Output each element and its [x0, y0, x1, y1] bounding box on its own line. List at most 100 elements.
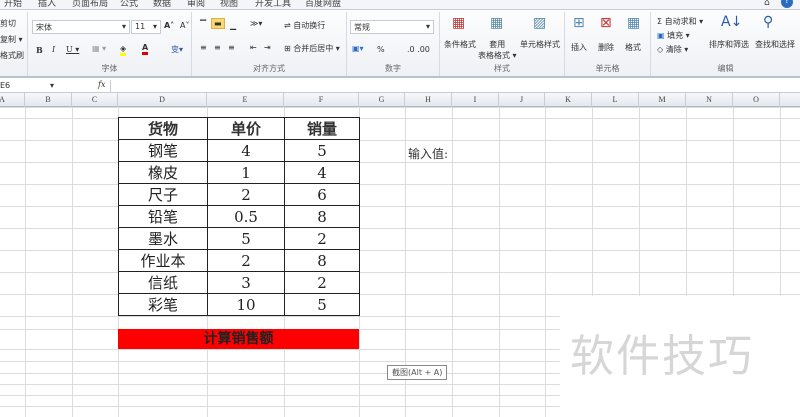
decrease-indent-icon[interactable]: ⇤: [250, 43, 257, 52]
shrink-font-button[interactable]: A˅: [180, 21, 189, 30]
column-header[interactable]: N: [686, 93, 733, 107]
table-cell[interactable]: 尺子: [118, 183, 208, 206]
table-cell[interactable]: 信纸: [118, 271, 208, 294]
fill-button[interactable]: ▣ 填充 ▾: [657, 30, 690, 41]
column-header[interactable]: K: [545, 93, 592, 107]
tab-insert[interactable]: 插入: [38, 0, 56, 9]
table-cell[interactable]: 2: [207, 249, 285, 272]
column-header[interactable]: I: [452, 93, 499, 107]
column-header[interactable]: D: [118, 93, 207, 107]
tab-page-layout[interactable]: 页面布局: [72, 0, 108, 9]
currency-icon[interactable]: ▣▾: [352, 44, 364, 53]
table-cell[interactable]: 钢笔: [118, 139, 208, 162]
column-header[interactable]: G: [359, 93, 405, 107]
calculate-sales-button[interactable]: 计算销售额: [118, 329, 359, 349]
tab-home[interactable]: 开始: [4, 0, 22, 9]
table-cell[interactable]: 5: [284, 293, 360, 316]
table-cell[interactable]: 铅笔: [118, 205, 208, 228]
insert-cells-button[interactable]: 插入: [571, 42, 587, 53]
column-header[interactable]: E: [207, 93, 284, 107]
table-cell[interactable]: 作业本: [118, 249, 208, 272]
tab-view[interactable]: 视图: [220, 0, 238, 9]
table-cell[interactable]: 3: [207, 271, 285, 294]
conditional-format-button[interactable]: 条件格式: [444, 39, 476, 50]
font-size-select[interactable]: 11 ▾: [131, 20, 161, 34]
header-price[interactable]: 单价: [207, 117, 285, 140]
delete-cells-button[interactable]: 删除: [598, 42, 614, 53]
cell-style-button[interactable]: 单元格样式: [520, 39, 560, 50]
italic-button[interactable]: I: [52, 45, 55, 54]
table-cell[interactable]: 1: [207, 161, 285, 184]
increase-indent-icon[interactable]: ⇥: [264, 43, 271, 52]
table-format-button[interactable]: 套用 表格格式 ▾: [478, 39, 517, 61]
underline-button[interactable]: U ▾: [66, 45, 79, 54]
column-header[interactable]: L: [592, 93, 639, 107]
number-format-select[interactable]: 常规 ▾: [350, 20, 434, 34]
format-painter-button[interactable]: 格式刷: [0, 50, 24, 61]
align-right-icon[interactable]: ≡: [228, 43, 235, 52]
font-color-icon[interactable]: A: [142, 43, 149, 55]
table-cell[interactable]: 5: [284, 139, 360, 162]
table-cell[interactable]: 6: [284, 183, 360, 206]
column-header[interactable]: M: [639, 93, 686, 107]
tab-baidu-netdisk[interactable]: 百度网盘: [305, 0, 341, 9]
minimize-ribbon-icon[interactable]: ⌂: [764, 0, 770, 8]
table-cell[interactable]: 10: [207, 293, 285, 316]
table-cell[interactable]: 4: [284, 161, 360, 184]
merge-center-button[interactable]: ⊞ 合并后居中 ▾: [284, 43, 340, 54]
tab-data[interactable]: 数据: [153, 0, 171, 9]
orientation-icon[interactable]: ≫▾: [250, 19, 262, 28]
phonetic-icon[interactable]: 变▾: [171, 44, 183, 55]
header-qty[interactable]: 销量: [284, 117, 360, 140]
table-cell[interactable]: 8: [284, 249, 360, 272]
table-cell[interactable]: 4: [207, 139, 285, 162]
tab-review[interactable]: 审阅: [187, 0, 205, 9]
cut-button[interactable]: 剪切: [0, 18, 16, 29]
align-left-icon[interactable]: ≡: [200, 43, 207, 52]
table-cell[interactable]: 8: [284, 205, 360, 228]
table-cell[interactable]: 2: [284, 271, 360, 294]
formula-input[interactable]: [110, 80, 800, 92]
column-header[interactable]: C: [72, 93, 118, 107]
copy-button[interactable]: 复制 ▾: [0, 34, 23, 45]
column-header[interactable]: J: [499, 93, 545, 107]
fill-color-icon[interactable]: ◈: [120, 44, 127, 56]
name-box-dropdown-icon[interactable]: ▾: [50, 81, 54, 90]
format-cells-button[interactable]: 格式: [625, 42, 641, 53]
table-cell[interactable]: 2: [284, 227, 360, 250]
clear-button[interactable]: ◇ 清除 ▾: [657, 44, 688, 55]
border-icon[interactable]: ▦ ▾: [92, 44, 106, 53]
name-box[interactable]: E6: [0, 81, 10, 90]
header-goods[interactable]: 货物: [118, 117, 208, 140]
table-cell[interactable]: 0.5: [207, 205, 285, 228]
table-cell[interactable]: 2: [207, 183, 285, 206]
styles-group: ▦ 条件格式 ▦ 套用 表格格式 ▾ ▨ 单元格样式 样式: [440, 12, 565, 76]
tab-formulas[interactable]: 公式: [120, 0, 138, 9]
column-header[interactable]: H: [405, 93, 452, 107]
align-bottom-icon[interactable]: ▁: [230, 21, 236, 30]
align-top-icon[interactable]: ▔: [200, 20, 206, 29]
column-header[interactable]: A: [0, 93, 25, 107]
table-cell[interactable]: 墨水: [118, 227, 208, 250]
column-header[interactable]: F: [284, 93, 359, 107]
find-select-button[interactable]: 查找和选择: [755, 39, 795, 50]
help-icon[interactable]: ?: [781, 0, 793, 8]
bold-button[interactable]: B: [36, 45, 43, 55]
table-cell[interactable]: 橡皮: [118, 161, 208, 184]
table-cell[interactable]: 彩笔: [118, 293, 208, 316]
table-cell[interactable]: 5: [207, 227, 285, 250]
wrap-text-button[interactable]: ⇌ 自动换行: [284, 20, 325, 31]
grow-font-button[interactable]: A˄: [164, 21, 174, 30]
decimal-icons[interactable]: .0 .00: [407, 45, 430, 54]
column-header[interactable]: B: [25, 93, 72, 107]
sort-filter-button[interactable]: 排序和筛选: [709, 39, 749, 50]
autosum-button[interactable]: Σ 自动求和 ▾: [657, 16, 703, 27]
editing-group-label: 编辑: [717, 64, 734, 73]
insert-function-button[interactable]: fx: [98, 80, 105, 89]
tab-developer[interactable]: 开发工具: [255, 0, 291, 9]
column-header[interactable]: O: [733, 93, 780, 107]
percent-button[interactable]: %: [377, 45, 385, 54]
font-name-select[interactable]: 宋体 ▾: [32, 20, 130, 34]
align-middle-icon[interactable]: ▬: [211, 18, 225, 29]
align-center-icon[interactable]: ≡: [214, 43, 221, 52]
